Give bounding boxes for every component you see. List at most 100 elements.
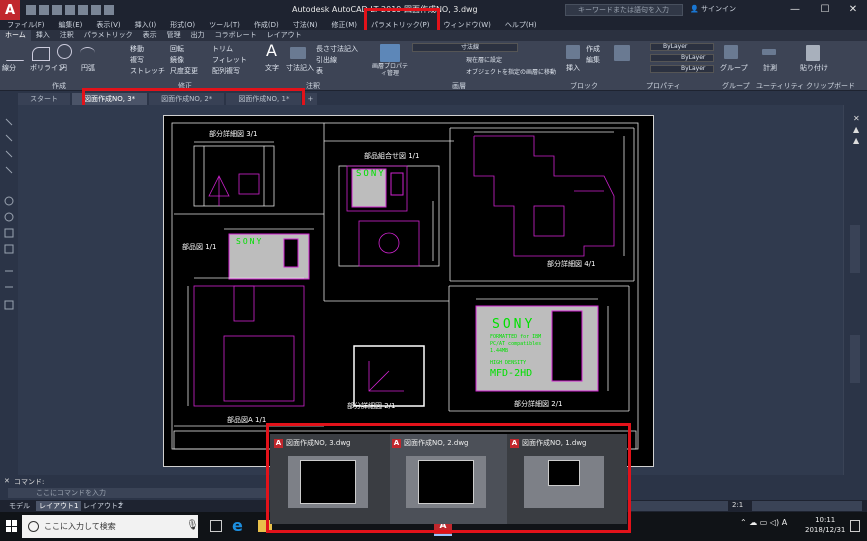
menu-file[interactable]: ファイル(F)	[0, 20, 52, 30]
properties-palette-tab[interactable]	[850, 225, 860, 273]
copy-tool[interactable]: 複写	[130, 55, 144, 65]
microphone-icon[interactable]: 🎙	[186, 520, 199, 531]
mirror-tool[interactable]: 鏡像	[170, 55, 184, 65]
tab-annotate[interactable]: 注釈	[55, 30, 79, 41]
group-clipboard-label[interactable]: クリップボード	[806, 81, 855, 90]
palette-controls-icon[interactable]: ✕ ▲ ▲	[853, 113, 860, 146]
polyline-icon[interactable]	[32, 47, 50, 61]
minimize-button[interactable]: —	[781, 2, 809, 18]
tab-model[interactable]: モデル	[6, 501, 33, 511]
paste-tool-label[interactable]: 貼り付け	[800, 63, 828, 73]
status-toggles[interactable]	[628, 501, 728, 511]
layer-properties-icon[interactable]	[380, 44, 400, 62]
command-input[interactable]: ここにコマンドを入力	[8, 488, 268, 498]
line-tool-label[interactable]: 線分	[2, 63, 16, 73]
edit-block[interactable]: 編集	[586, 55, 600, 65]
lineweight-dropdown[interactable]: ByLayer	[650, 65, 714, 73]
group-annotate-label[interactable]: 注釈	[306, 81, 320, 90]
save-icon[interactable]	[52, 5, 62, 15]
autocad-logo-icon[interactable]: A	[0, 0, 20, 20]
group-tool-label[interactable]: グループ	[720, 63, 748, 73]
stretch-tool[interactable]: ストレッチ	[130, 66, 165, 76]
menu-view[interactable]: 表示(V)	[89, 20, 127, 30]
move-tool[interactable]: 移動	[130, 44, 144, 54]
move-to-layer[interactable]: オブジェクトを指定の画層に移動	[466, 67, 556, 76]
group-block-label[interactable]: ブロック	[570, 81, 598, 90]
set-current-layer[interactable]: 現在層に設定	[466, 55, 502, 64]
status-tools[interactable]	[752, 501, 862, 511]
plot-icon[interactable]	[78, 5, 88, 15]
signin-button[interactable]: 👤 サインイン	[690, 4, 736, 14]
insert-block-label[interactable]: 挿入	[566, 63, 580, 73]
menu-help[interactable]: ヘルプ(H)	[498, 20, 544, 30]
rotate-tool[interactable]: 回転	[170, 44, 184, 54]
tab-layout1[interactable]: レイアウト1	[36, 501, 82, 511]
redo-icon[interactable]	[104, 5, 114, 15]
menu-tools[interactable]: ツール(T)	[202, 20, 247, 30]
measure-tool-label[interactable]: 計測	[763, 63, 777, 73]
measure-icon[interactable]	[762, 49, 776, 55]
tab-insert[interactable]: 挿入	[31, 30, 55, 41]
scale-tool[interactable]: 尺度変更	[170, 66, 198, 76]
insert-block-icon[interactable]	[566, 45, 580, 59]
designcenter-tab[interactable]	[850, 335, 860, 383]
command-close-icon[interactable]: ✕	[4, 477, 10, 485]
save-as-icon[interactable]	[65, 5, 75, 15]
tab-layout[interactable]: レイアウト	[262, 30, 307, 41]
match-properties-icon[interactable]	[614, 45, 630, 61]
circle-icon[interactable]	[57, 44, 72, 59]
dimension-tool-label[interactable]: 寸法記入	[286, 63, 314, 73]
group-draw-label[interactable]: 作成	[52, 81, 66, 90]
layout-paper[interactable]: 部分詳細図 3/1 部品組合せ図 1/1 部分詳細図 4/1 部品図 1/1 部…	[163, 115, 654, 467]
tab-view[interactable]: 表示	[138, 30, 162, 41]
linetype-dropdown[interactable]: ByLayer	[650, 54, 714, 62]
create-block[interactable]: 作成	[586, 44, 600, 54]
maximize-button[interactable]: ☐	[811, 2, 839, 18]
layer-dropdown[interactable]: 寸法線	[412, 43, 518, 52]
menu-insert[interactable]: 挿入(I)	[128, 20, 164, 30]
clock[interactable]: 10:11 2018/12/31	[805, 515, 845, 535]
windows-start-icon[interactable]	[6, 520, 18, 532]
leader-tool[interactable]: 引出線	[316, 55, 337, 65]
line-icon[interactable]	[6, 47, 24, 61]
arc-tool-label[interactable]: 円弧	[81, 63, 95, 73]
table-tool[interactable]: 表	[316, 66, 323, 76]
left-tool-palette[interactable]	[0, 105, 18, 475]
tab-start[interactable]: スタート	[18, 93, 70, 105]
tab-manage[interactable]: 管理	[162, 30, 186, 41]
group-utilities-label[interactable]: ユーティリティ	[756, 81, 804, 90]
menu-draw[interactable]: 作成(D)	[247, 20, 286, 30]
dimension-icon[interactable]	[290, 47, 306, 59]
new-tab-button[interactable]: +	[303, 93, 318, 105]
menu-window[interactable]: ウィンドウ(W)	[436, 20, 497, 30]
tab-home[interactable]: ホーム	[0, 30, 31, 41]
arc-icon[interactable]	[80, 47, 95, 59]
layer-properties-label[interactable]: 画層プロパティ管理	[370, 63, 410, 77]
menu-dimension[interactable]: 寸法(N)	[286, 20, 325, 30]
trim-tool[interactable]: トリム	[212, 44, 233, 54]
notifications-icon[interactable]	[850, 520, 860, 532]
fillet-tool[interactable]: フィレット	[212, 55, 247, 65]
paste-icon[interactable]	[806, 45, 820, 61]
right-panel-strip[interactable]: ✕ ▲ ▲	[843, 105, 867, 475]
text-icon[interactable]: A	[266, 41, 277, 60]
help-search-input[interactable]: キーワードまたは語句を入力	[565, 4, 683, 16]
open-icon[interactable]	[39, 5, 49, 15]
add-layout-button[interactable]: +	[118, 500, 124, 508]
group-properties-label[interactable]: プロパティ	[646, 81, 681, 90]
tab-collaborate[interactable]: コラボレート	[210, 30, 262, 41]
group-icon[interactable]	[724, 45, 738, 59]
group-layer-label[interactable]: 画層	[452, 81, 466, 90]
annotation-scale[interactable]: 2:1	[732, 501, 743, 509]
taskbar-search-input[interactable]: ここに入力して検索	[22, 515, 198, 538]
new-icon[interactable]	[26, 5, 36, 15]
undo-icon[interactable]	[91, 5, 101, 15]
group-groups-label[interactable]: グループ	[722, 81, 750, 90]
tray-icons[interactable]: ⌃ ☁ ▭ ◁) A	[740, 518, 787, 527]
menu-modify[interactable]: 修正(M)	[324, 20, 364, 30]
tab-output[interactable]: 出力	[186, 30, 210, 41]
menu-format[interactable]: 形式(O)	[163, 20, 202, 30]
close-button[interactable]: ✕	[839, 2, 867, 18]
edge-icon[interactable]: e	[232, 516, 243, 535]
array-tool[interactable]: 配列複写	[212, 66, 240, 76]
